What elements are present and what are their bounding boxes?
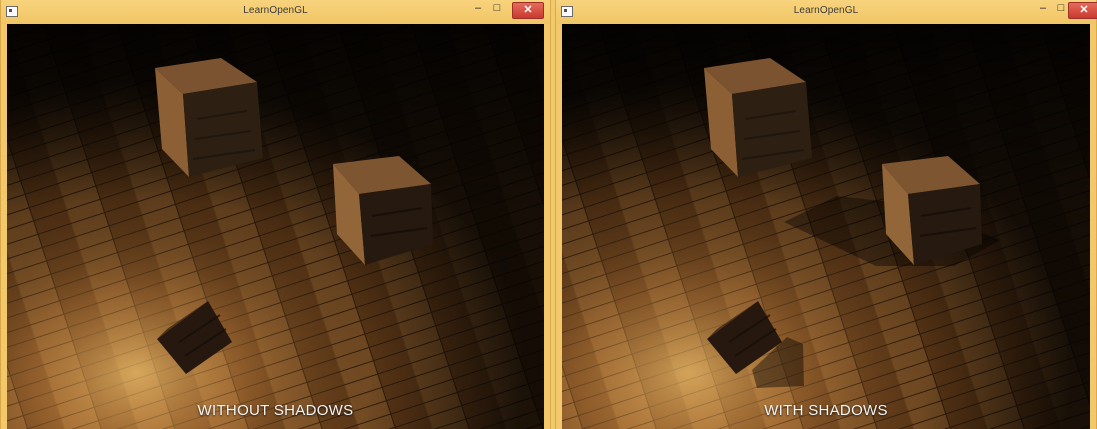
scene-right [562, 24, 1090, 429]
caption: WITHOUT SHADOWS [197, 402, 354, 419]
close-button[interactable]: ✕ [512, 2, 544, 19]
window-with-shadows: LearnOpenGL ‒ □ ✕ WITH SHADOWS [555, 0, 1097, 429]
minimize-button[interactable]: ‒ [469, 2, 487, 16]
titlebar[interactable]: LearnOpenGL ‒ □ ✕ [556, 0, 1097, 24]
minimize-button[interactable]: ‒ [1034, 2, 1052, 16]
caption: WITH SHADOWS [764, 402, 888, 419]
close-button[interactable]: ✕ [1068, 2, 1097, 19]
window-title: LearnOpenGL [243, 5, 308, 16]
maximize-button[interactable]: □ [488, 2, 506, 16]
window-title: LearnOpenGL [793, 5, 859, 16]
wood-floor-scene [7, 24, 544, 429]
desktop: LearnOpenGL ‒ □ ✕ WITHOUT SHADOWS LearnO… [0, 0, 1097, 429]
render-viewport[interactable]: WITHOUT SHADOWS [7, 24, 544, 429]
scene-left [7, 24, 544, 429]
window-without-shadows: LearnOpenGL ‒ □ ✕ WITHOUT SHADOWS [0, 0, 551, 429]
wood-floor-scene [562, 24, 1090, 429]
titlebar[interactable]: LearnOpenGL ‒ □ ✕ [1, 0, 550, 24]
render-viewport[interactable]: WITH SHADOWS [562, 24, 1090, 429]
